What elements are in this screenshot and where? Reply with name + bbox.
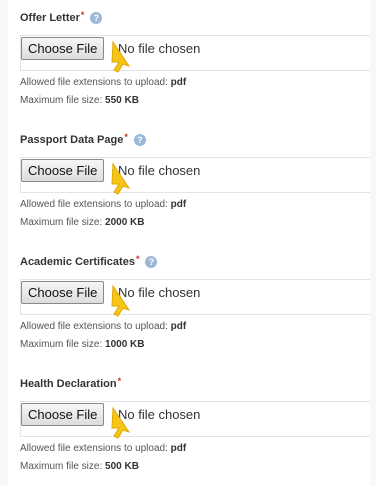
- info-icon[interactable]: ?: [145, 256, 158, 268]
- allowed-extensions: Allowed file extensions to upload: pdf: [20, 77, 187, 88]
- file-input[interactable]: Choose File No file chosen: [20, 35, 370, 73]
- required-marker: *: [124, 132, 128, 142]
- file-input[interactable]: Choose File No file chosen: [20, 401, 370, 439]
- info-icon[interactable]: ?: [133, 134, 146, 146]
- info-icon[interactable]: ?: [90, 12, 103, 24]
- field-label: Passport Data Page: [20, 134, 124, 146]
- required-marker: *: [80, 10, 85, 20]
- choose-file-button[interactable]: Choose File: [21, 403, 105, 426]
- max-file-size: Maximum file size: 550 KB: [20, 95, 139, 106]
- max-file-size: Maximum file size: 1000 KB: [20, 339, 145, 350]
- choose-file-button[interactable]: Choose File: [21, 159, 105, 182]
- allowed-extensions: Allowed file extensions to upload: pdf: [20, 321, 187, 332]
- required-marker: *: [117, 376, 122, 386]
- hand-pointer-icon: [111, 406, 131, 439]
- health-declaration-field: Health Declaration * Choose File No file…: [20, 375, 370, 476]
- upload-form: Offer Letter * ? Choose File No file cho…: [8, 0, 370, 486]
- hand-pointer-icon: [111, 162, 131, 195]
- passport-data-page-field: Passport Data Page * ? Choose File No fi…: [20, 131, 370, 232]
- file-input[interactable]: Choose File No file chosen: [20, 157, 370, 195]
- allowed-extensions: Allowed file extensions to upload: pdf: [20, 199, 187, 210]
- academic-certificates-field: Academic Certificates * ? Choose File No…: [20, 253, 370, 354]
- hand-pointer-icon: [111, 40, 131, 73]
- allowed-extensions: Allowed file extensions to upload: pdf: [20, 443, 187, 454]
- choose-file-button[interactable]: Choose File: [21, 37, 105, 60]
- field-label: Offer Letter: [20, 12, 80, 24]
- hand-pointer-icon: [111, 284, 131, 317]
- file-input[interactable]: Choose File No file chosen: [20, 279, 370, 317]
- offer-letter-field: Offer Letter * ? Choose File No file cho…: [20, 9, 370, 110]
- field-label: Academic Certificates: [20, 256, 135, 268]
- max-file-size: Maximum file size: 500 KB: [20, 461, 139, 472]
- max-file-size: Maximum file size: 2000 KB: [20, 217, 145, 228]
- required-marker: *: [135, 254, 140, 264]
- choose-file-button[interactable]: Choose File: [21, 281, 105, 304]
- field-label: Health Declaration: [20, 378, 117, 390]
